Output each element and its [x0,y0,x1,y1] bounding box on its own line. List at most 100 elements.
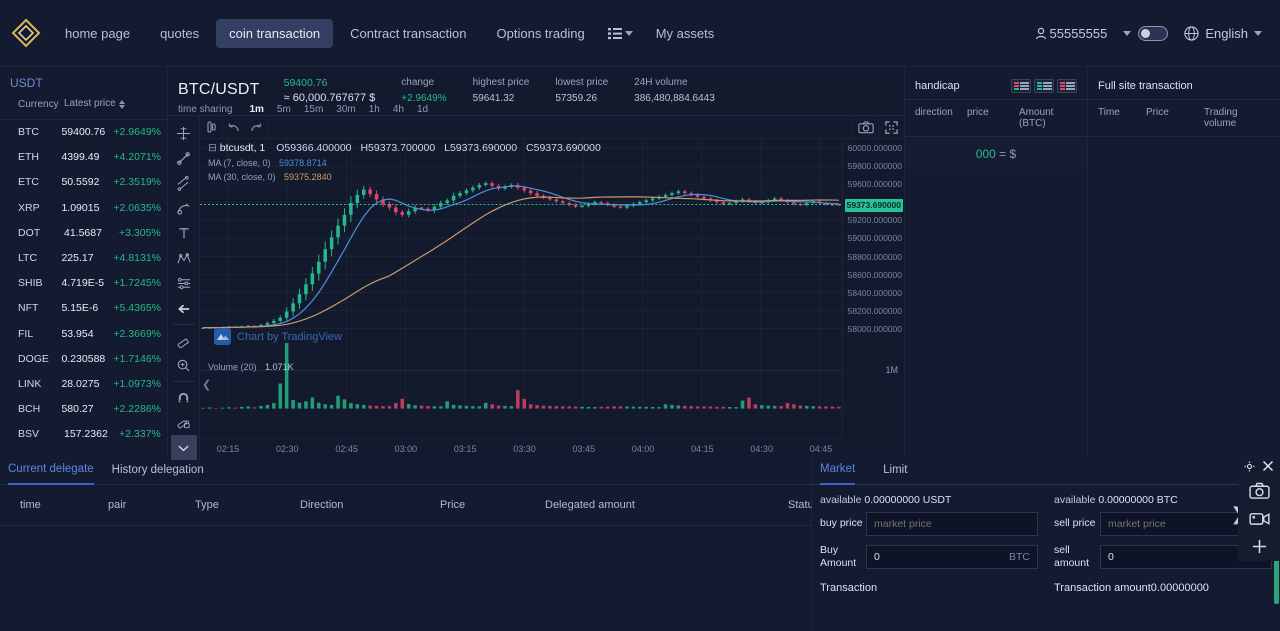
diamond-logo-icon[interactable] [0,18,52,48]
redo-icon[interactable] [245,116,267,139]
arrow-marker-icon[interactable] [171,296,197,321]
theme-toggle[interactable] [1138,26,1168,41]
price-axis[interactable]: 60000.00000059800.00000059600.0000005920… [842,139,904,438]
brush-icon[interactable] [171,196,197,221]
gear-icon[interactable] [1244,461,1255,472]
coin-row-eth[interactable]: ETH4399.49+4.2071% [0,145,167,170]
coin-row-dot[interactable]: DOT41.5687+3.305% [0,220,167,245]
nav-my-assets[interactable]: My assets [643,19,728,48]
measure-ruler-icon[interactable] [171,328,197,353]
language-selector[interactable]: English [1184,26,1262,41]
time-axis[interactable]: 02:1502:3002:4503:0003:1503:3003:4504:00… [200,438,842,460]
user-account[interactable]: 55555555 [1035,26,1108,41]
stat-label: lowest price [555,77,608,88]
nav-item-quotes[interactable]: quotes [147,19,212,48]
camera-icon[interactable] [1249,476,1270,504]
timeframe-5m[interactable]: 5m [277,104,291,115]
col-currency: Currency [6,98,64,111]
coin-row-shib[interactable]: SHIB4.719E-5+1.7245% [0,271,167,296]
coin-row-bch[interactable]: BCH580.27+2.2286% [0,397,167,422]
timeframe-1d[interactable]: 1d [417,104,428,115]
timeframe-15m[interactable]: 15m [304,104,323,115]
coin-row-nft[interactable]: NFT5.15E-6+5.4365% [0,296,167,321]
chevron-down-icon[interactable] [1123,31,1131,36]
sell-amount-field[interactable] [1108,551,1243,563]
price-tick: 58600.000000 [848,270,902,280]
magnet-icon[interactable] [171,385,197,410]
tab-limit[interactable]: Limit [883,456,907,485]
sell-price-label: sell price [1054,517,1100,530]
collapse-legend-icon[interactable]: ⊟ [208,142,217,154]
coin-row-doge[interactable]: DOGE0.230588+1.7146% [0,346,167,371]
pair-price-block: 59400.76 ≈ 60,000.767677 $ [270,77,402,104]
indicators-group [200,116,223,139]
username-label: 55555555 [1050,26,1108,41]
nav-item-coin-transaction[interactable]: coin transaction [216,19,333,48]
coin-row-btc[interactable]: BTC59400.76+2.9649% [0,120,167,145]
timeframe-4h[interactable]: 4h [393,104,404,115]
timeframe-30m[interactable]: 30m [336,104,355,115]
video-camera-icon[interactable] [1249,504,1270,532]
fullscreen-icon[interactable] [878,116,904,139]
sort-arrows-icon [119,100,125,109]
coin-row-xrp[interactable]: XRP1.09015+2.0635% [0,195,167,220]
left-pan-handle[interactable]: ❮ [202,378,211,391]
buy-available-label: available [820,494,861,506]
timeframe-1m[interactable]: 1m [249,104,263,115]
buy-price-input[interactable] [866,512,1038,536]
depth-both-icon[interactable] [1011,79,1031,93]
coin-row-ltc[interactable]: LTC225.17+4.8131% [0,245,167,270]
full-site-transaction-panel: Full site transaction Time Price Trading… [1088,67,1280,456]
delegate-tab-current[interactable]: Current delegate [8,456,94,485]
plus-icon[interactable] [1251,532,1268,560]
zoom-in-icon[interactable] [171,353,197,378]
buy-amount-field[interactable] [874,551,1009,563]
lock-drawings-icon[interactable] [171,410,197,435]
delegate-col-delegated-amount: Delegated amount [545,499,635,511]
coin-change: +2.0635% [113,202,161,214]
nav-item-home-page[interactable]: home page [52,19,143,48]
col-latest-price[interactable]: Latest price [64,98,116,111]
chevron-down-icon[interactable] [171,435,197,460]
chart-canvas[interactable]: ⊟ btcusdt, 1 O59366.400000 H59373.700000… [200,116,904,460]
coin-change: +2.9649% [113,126,161,138]
pattern-icon[interactable] [171,246,197,271]
coin-symbol: DOGE [6,353,61,365]
indicators-icon[interactable] [200,116,222,139]
text-tool-icon[interactable] [171,221,197,246]
full-site-columns: Time Price Trading volume [1088,99,1280,137]
stat-label: highest price [473,77,530,88]
delegate-col-type: Type [195,499,219,511]
coin-price: 59400.76 [61,126,113,138]
buy-amount-input[interactable]: BTC [866,545,1038,569]
coin-row-link[interactable]: LINK28.0275+1.0973% [0,371,167,396]
nav-item-contract-transaction[interactable]: Contract transaction [337,19,479,48]
forecast-icon[interactable] [171,271,197,296]
nav-item-options-trading[interactable]: Options trading [484,19,598,48]
mid-price-suffix: = $ [999,147,1016,161]
coin-row-fil[interactable]: FIL53.954+2.3669% [0,321,167,346]
chart-right-tools [852,116,904,139]
stat-highest-price: highest price59641.32 [473,77,556,104]
nav-more-menu[interactable] [598,20,643,47]
sell-available-label: available [1054,494,1095,506]
trend-line-icon[interactable] [171,146,197,171]
crosshair-icon[interactable] [171,121,197,146]
buy-available-value: 0.00000000 USDT [864,494,951,506]
delegate-col-direction: Direction [300,499,343,511]
parallel-channel-icon[interactable] [171,171,197,196]
coin-row-bsv[interactable]: BSV157.2362+2.337% [0,422,167,447]
buy-price-row: buy price [820,512,1038,536]
buy-price-field[interactable] [874,518,1030,530]
undo-icon[interactable] [223,116,245,139]
coin-row-etc[interactable]: ETC50.5592+2.3519% [0,170,167,195]
hc-col-amount: Amount (BTC) [1019,107,1077,129]
depth-sell-icon[interactable] [1057,79,1077,93]
close-icon[interactable] [1262,460,1274,472]
main-nav: home pagequotescoin transactionContract … [52,19,598,48]
camera-snapshot-icon[interactable] [852,116,878,139]
col-latest-price-sort[interactable] [116,98,161,111]
depth-buy-icon[interactable] [1034,79,1054,93]
timeframe-1h[interactable]: 1h [369,104,380,115]
coin-symbol: FIL [6,328,61,340]
